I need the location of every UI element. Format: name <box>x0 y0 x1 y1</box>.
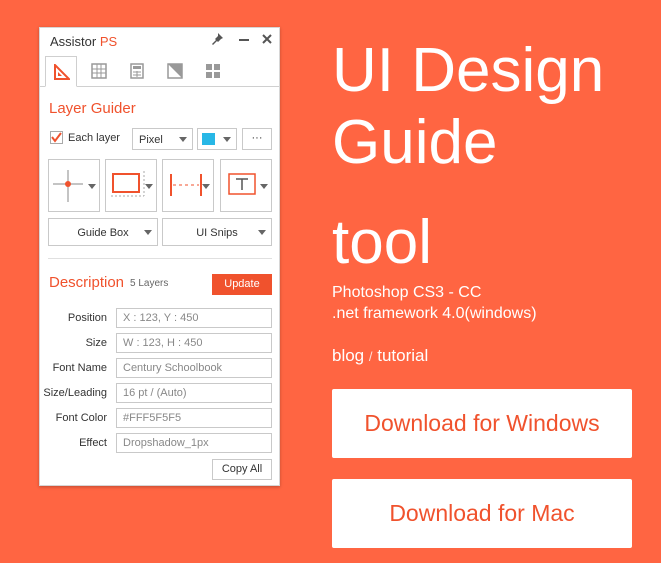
panel-title: Assistor PS <box>50 34 117 49</box>
more-options-button[interactable]: ··· <box>242 128 272 150</box>
color-dropdown[interactable] <box>197 128 237 150</box>
chevron-down-icon <box>145 184 153 189</box>
requirements-line-2: .net framework 4.0(windows) <box>332 305 537 322</box>
layers-count: 5 Layers <box>130 278 169 289</box>
property-value-field[interactable]: Century Schoolbook <box>116 358 272 378</box>
shape-tab-icon[interactable] <box>159 56 191 86</box>
download-mac-button[interactable]: Download for Mac <box>332 479 632 548</box>
copy-all-button[interactable]: Copy All <box>212 459 272 480</box>
description-heading: Description <box>49 274 125 291</box>
property-value-field[interactable]: 16 pt / (Auto) <box>116 383 272 403</box>
minimize-icon[interactable] <box>237 32 251 46</box>
property-label: Size <box>85 337 107 349</box>
hero-title-line-3: tool <box>332 208 432 277</box>
color-swatch <box>202 133 215 145</box>
vertical-guides-icon <box>170 174 202 196</box>
chevron-down-icon <box>260 184 268 189</box>
property-value-field[interactable]: W : 123, H : 450 <box>116 333 272 353</box>
property-label: Effect <box>79 437 107 449</box>
panel-titlebar: Assistor PS <box>40 28 279 54</box>
links-row: blog / tutorial <box>332 346 428 366</box>
property-value-field[interactable]: Dropshadow_1px <box>116 433 272 453</box>
property-label: Font Color <box>55 412 107 424</box>
section-divider <box>48 258 272 259</box>
calculator-tab-icon[interactable] <box>121 56 153 86</box>
each-layer-checkbox[interactable] <box>50 131 63 144</box>
download-windows-button[interactable]: Download for Windows <box>332 389 632 458</box>
guide-box-label: Guide Box <box>77 227 129 239</box>
hero-title-line-2: Guide <box>332 108 498 177</box>
chevron-down-icon <box>202 184 210 189</box>
requirements-line-1: Photoshop CS3 - CC <box>332 284 482 301</box>
tiles-tab-icon[interactable] <box>197 56 229 86</box>
ui-snips-dropdown[interactable]: UI Snips <box>162 218 272 246</box>
more-label: ··· <box>251 132 263 144</box>
tutorial-link[interactable]: tutorial <box>377 346 428 365</box>
vertical-guides-tool[interactable] <box>162 159 214 212</box>
blog-link[interactable]: blog <box>332 346 364 365</box>
layer-guider-tab-icon[interactable] <box>45 56 77 87</box>
property-value-field[interactable]: X : 123, Y : 450 <box>116 308 272 328</box>
each-layer-label: Each layer <box>68 132 120 144</box>
unit-dropdown[interactable]: Pixel <box>132 128 193 150</box>
crosshair-guide-icon <box>53 170 83 202</box>
unit-value: Pixel <box>139 134 163 146</box>
chevron-down-icon <box>144 230 152 235</box>
chevron-down-icon <box>88 184 96 189</box>
close-icon[interactable] <box>260 32 274 46</box>
property-label: Position <box>67 312 107 324</box>
hero-title-line-1: UI Design <box>332 36 605 105</box>
update-button[interactable]: Update <box>212 274 272 295</box>
crosshair-guide-tool[interactable] <box>48 159 100 212</box>
panel-title-main: Assistor <box>50 34 97 49</box>
guide-box-icon <box>111 171 145 197</box>
property-value-field[interactable]: #FFF5F5F5 <box>116 408 272 428</box>
tool-tabs <box>40 56 279 87</box>
panel-title-accent: PS <box>99 34 118 49</box>
pin-icon[interactable] <box>210 32 224 46</box>
chevron-down-icon <box>258 230 266 235</box>
link-separator: / <box>368 349 373 364</box>
guide-box-tool[interactable] <box>105 159 157 212</box>
property-label: Font Name <box>52 362 107 374</box>
ui-snips-label: UI Snips <box>196 227 238 239</box>
text-guide-tool[interactable] <box>220 159 272 212</box>
chevron-down-icon <box>223 137 231 142</box>
property-label: Size/Leading <box>43 387 107 399</box>
layer-guider-heading: Layer Guider <box>49 100 136 117</box>
text-guide-icon <box>228 173 256 195</box>
grid-tab-icon[interactable] <box>83 56 115 86</box>
chevron-down-icon <box>179 137 187 142</box>
guide-box-dropdown[interactable]: Guide Box <box>48 218 158 246</box>
assistor-ps-panel: Assistor PS Layer Guider Each layer Pixe… <box>39 27 280 486</box>
